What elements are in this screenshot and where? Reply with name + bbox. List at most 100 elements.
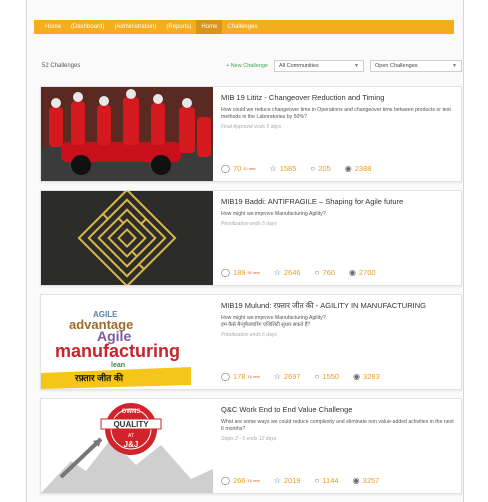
comments-stat: ○ 1550 <box>315 372 340 381</box>
challenge-stats: ◯ 266 15 new ☆ 2019 ○ 1144 ◉ 3257 <box>221 476 393 485</box>
challenge-description: What are some ways we could reduce compl… <box>221 419 454 432</box>
challenge-stats: ◯ 70 10 new ☆ 1585 ○ 205 ◉ 2388 <box>221 164 385 173</box>
votes-count: 2019 <box>283 476 301 485</box>
star-icon: ☆ <box>273 372 281 381</box>
community-filter-value: All Communities <box>279 63 319 69</box>
votes-stat: ☆ 1585 <box>270 164 297 173</box>
comment-icon: ○ <box>310 164 316 173</box>
comments-count: 1144 <box>322 476 339 485</box>
comments-stat: ○ 1144 <box>315 476 339 485</box>
ideas-new: 15 new <box>247 478 260 483</box>
challenge-title[interactable]: MIB19 Baddi: ANTIFRAGILE – Shaping for A… <box>221 197 457 207</box>
votes-count: 2697 <box>283 372 301 381</box>
word-cloud-word: lean <box>111 362 125 369</box>
logo-word: OWNS <box>122 409 141 415</box>
lightbulb-icon: ◯ <box>221 268 230 277</box>
eye-icon: ◉ <box>348 268 356 277</box>
ideas-count: 189 <box>232 268 246 277</box>
views-stat: ◉ 3283 <box>353 372 380 381</box>
challenge-description: How might we improve Manufacturing Agili… <box>221 211 326 217</box>
eye-icon: ◉ <box>352 476 360 485</box>
pit-crew-photo <box>41 87 213 181</box>
comments-count: 760 <box>322 268 335 277</box>
nav-challenges[interactable]: Challenges <box>222 20 262 34</box>
lightbulb-icon: ◯ <box>221 372 230 381</box>
comments-stat: ○ 760 <box>315 268 335 277</box>
lightbulb-icon: ◯ <box>221 476 230 485</box>
votes-count: 2646 <box>283 268 301 277</box>
new-challenge-button[interactable]: + New Challenge <box>226 63 268 69</box>
views-count: 3283 <box>363 372 380 381</box>
ideas-stat: ◯ 70 10 new <box>221 164 256 173</box>
challenge-phase: Prioritization ends 6 days <box>221 332 277 338</box>
chevron-down-icon: ▼ <box>354 63 359 69</box>
comment-icon: ○ <box>314 268 320 277</box>
ideas-count: 266 <box>232 476 246 485</box>
nav-administration[interactable]: (Administration) <box>109 20 161 34</box>
challenge-card[interactable]: AGILE advantage Agile manufacturing lean… <box>40 294 462 390</box>
nav-dashboard[interactable]: (Dashboard) <box>66 20 109 34</box>
card-content: MIB 19 Lititz - Changeover Reduction and… <box>221 93 457 130</box>
word-cloud-word: manufacturing <box>55 341 180 361</box>
challenge-title[interactable]: MIB 19 Lititz - Changeover Reduction and… <box>221 93 457 103</box>
challenge-card[interactable]: MIB19 Baddi: ANTIFRAGILE – Shaping for A… <box>40 190 462 286</box>
top-navbar: Home (Dashboard) (Administration) (Repor… <box>34 20 454 34</box>
challenge-stats: ◯ 189 55 new ☆ 2646 ○ 760 ◉ 2700 <box>221 268 390 277</box>
views-stat: ◉ 2388 <box>345 164 372 173</box>
logo-word: AT <box>128 433 134 439</box>
challenge-toolbar: 52 Challenges + New Challenge All Commun… <box>42 58 462 74</box>
challenge-card[interactable]: MIB 19 Lititz - Changeover Reduction and… <box>40 86 462 182</box>
star-icon: ☆ <box>273 268 281 277</box>
ideas-new: 15 new <box>247 374 260 379</box>
votes-stat: ☆ 2019 <box>274 476 301 485</box>
card-content: Q&C Work End to End Value Challenge What… <box>221 405 457 442</box>
eye-icon: ◉ <box>353 372 361 381</box>
challenge-phase: Steps 2 - 6 ends 12 days <box>221 436 277 442</box>
ideas-new: 10 new <box>243 166 256 171</box>
status-filter-value: Open Challenges <box>375 63 418 69</box>
comments-stat: ○ 205 <box>310 164 330 173</box>
challenge-phase: Final Approval ends 5 days <box>221 124 282 130</box>
ideas-new: 55 new <box>247 270 260 275</box>
challenge-stats: ◯ 178 15 new ☆ 2697 ○ 1550 ◉ 3283 <box>221 372 394 381</box>
challenge-count: 52 Challenges <box>42 63 81 69</box>
views-count: 3257 <box>362 476 380 485</box>
logo-word: J&J <box>124 440 139 449</box>
votes-stat: ☆ 2697 <box>274 372 301 381</box>
quality-logo: OWNS QUALITY AT J&J <box>41 399 213 493</box>
ideas-stat: ◯ 189 55 new <box>221 268 260 277</box>
ideas-stat: ◯ 178 15 new <box>221 372 260 381</box>
challenge-card[interactable]: OWNS QUALITY AT J&J Q&C Work End to End … <box>40 398 462 494</box>
card-content: MIB19 Mulund: रफ़्तार जीत की - AGILITY I… <box>221 301 457 338</box>
challenge-description: How might we improve Manufacturing Agili… <box>221 315 326 328</box>
community-filter[interactable]: All Communities ▼ <box>274 60 364 72</box>
challenge-description: How could we reduce changeover time in O… <box>221 107 451 120</box>
views-count: 2388 <box>354 164 372 173</box>
nav-home-active[interactable]: Home <box>196 20 223 34</box>
views-count: 2700 <box>358 268 376 277</box>
status-filter[interactable]: Open Challenges ▼ <box>370 60 462 72</box>
views-stat: ◉ 2700 <box>349 268 376 277</box>
votes-stat: ☆ 2646 <box>274 268 301 277</box>
ideas-count: 178 <box>232 372 246 381</box>
nav-reports[interactable]: (Reports) <box>161 20 196 34</box>
challenge-title[interactable]: MIB19 Mulund: रफ़्तार जीत की - AGILITY I… <box>221 301 457 311</box>
views-stat: ◉ 3257 <box>353 476 380 485</box>
chevron-down-icon: ▼ <box>452 63 457 69</box>
votes-count: 1585 <box>279 164 297 173</box>
logo-word: QUALITY <box>113 420 149 429</box>
challenge-title[interactable]: Q&C Work End to End Value Challenge <box>221 405 457 415</box>
ideas-stat: ◯ 266 15 new <box>221 476 260 485</box>
card-content: MIB19 Baddi: ANTIFRAGILE – Shaping for A… <box>221 197 457 227</box>
challenge-phase: Prioritization ends 5 days <box>221 221 277 227</box>
word-cloud: AGILE advantage Agile manufacturing lean… <box>41 295 213 389</box>
comment-icon: ○ <box>314 372 320 381</box>
comments-count: 1550 <box>322 372 340 381</box>
comment-icon: ○ <box>314 476 320 485</box>
banner-text: रफ़्तार जीत की <box>74 372 124 383</box>
eye-icon: ◉ <box>344 164 352 173</box>
maze-image <box>41 191 213 285</box>
nav-home[interactable]: Home <box>40 20 66 34</box>
comments-count: 205 <box>318 164 331 173</box>
star-icon: ☆ <box>269 164 277 173</box>
